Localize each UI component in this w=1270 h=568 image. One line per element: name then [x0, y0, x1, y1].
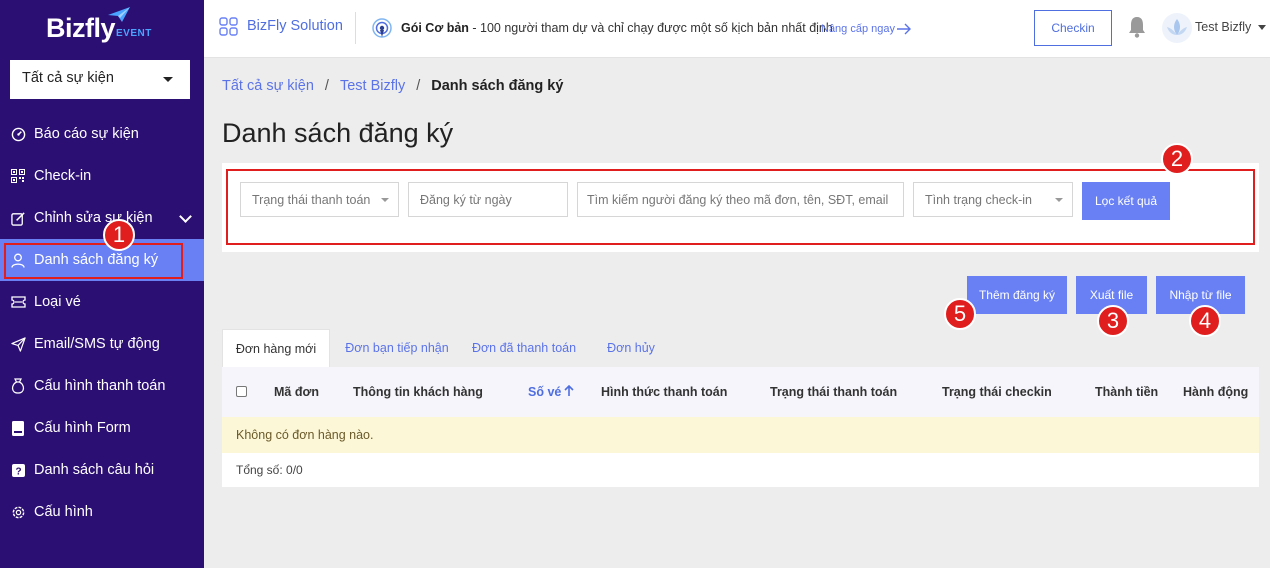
chevron-down-icon[interactable]	[179, 210, 192, 223]
bizfly-event-logo[interactable]: Bizfly EVENT	[46, 7, 152, 44]
sidebar-item-cau-hinh[interactable]: Cấu hình	[0, 491, 204, 533]
apps-grid-icon[interactable]	[219, 17, 238, 36]
sidebar-nav: Báo cáo sự kiện Check-in Chỉnh sửa sự ki…	[0, 113, 204, 533]
annotation-marker-3: 3	[1097, 305, 1129, 337]
qrcode-icon	[10, 168, 26, 184]
logo-text: Bizfly	[46, 13, 116, 43]
sidebar-item-email-sms[interactable]: Email/SMS tự động	[0, 323, 204, 365]
empty-state-row: Không có đơn hàng nào.	[222, 417, 1259, 453]
total-count: Tổng số: 0/0	[222, 453, 1259, 487]
gear-icon	[10, 504, 26, 520]
tab-paid-orders[interactable]: Đơn đã thanh toán	[468, 329, 580, 367]
checkin-button[interactable]: Checkin	[1034, 10, 1112, 46]
paper-plane-icon	[108, 7, 130, 22]
send-icon	[10, 336, 26, 352]
breadcrumb: Tất cả sự kiện / Test Bizfly / Danh sách đăn…	[222, 78, 563, 94]
logo-sub-text: EVENT	[116, 28, 152, 39]
brand-name[interactable]: BizFly Solution	[247, 18, 343, 34]
annotation-box-sidebar-item	[4, 243, 183, 279]
plan-description: - 100 người tham dự và chỉ chạy được một…	[468, 21, 833, 35]
sidebar-item-label: Danh sách câu hỏi	[34, 462, 155, 478]
sidebar-item-label: Check-in	[34, 168, 92, 184]
edit-icon	[10, 210, 26, 226]
caret-down-icon[interactable]	[1258, 25, 1266, 30]
caret-down-icon	[163, 77, 173, 82]
breadcrumb-all-events[interactable]: Tất cả sự kiện	[222, 78, 314, 94]
breadcrumb-separator: /	[416, 78, 421, 94]
arrow-up-icon	[564, 384, 574, 396]
orders-table: Mã đơn Thông tin khách hàng Số vé Hình t…	[222, 367, 1259, 487]
annotation-box-filters	[226, 169, 1255, 245]
tab-new-orders[interactable]: Đơn hàng mới	[222, 329, 330, 367]
table-header: Mã đơn Thông tin khách hàng Số vé Hình t…	[222, 367, 1259, 417]
sidebar-item-label: Cấu hình	[34, 504, 93, 520]
ticket-icon	[10, 294, 26, 310]
sidebar-item-label: Loại vé	[34, 294, 81, 310]
annotation-marker-5: 5	[944, 298, 976, 330]
question-icon: ?	[10, 462, 26, 478]
arrow-right-icon[interactable]	[896, 22, 912, 36]
sidebar-item-label: Email/SMS tự động	[34, 336, 160, 352]
user-name[interactable]: Test Bizfly	[1195, 20, 1251, 34]
breadcrumb-event[interactable]: Test Bizfly	[340, 78, 405, 94]
avatar[interactable]	[1162, 13, 1192, 43]
event-select[interactable]: Tất cả sự kiện	[10, 60, 190, 99]
column-header: Mã đơn	[274, 385, 319, 399]
column-header: Hình thức thanh toán	[601, 385, 728, 399]
select-all-checkbox[interactable]	[236, 386, 247, 397]
sidebar: Bizfly EVENT Tất cả sự kiện Báo cáo sự k…	[0, 0, 204, 568]
sidebar-item-label: Cấu hình Form	[34, 420, 131, 436]
top-bar: BizFly Solution Gói Cơ bản - 100 người t…	[204, 0, 1270, 58]
filter-panel: Trạng thái thanh toán Đăng ký từ ngày Tì…	[222, 163, 1259, 252]
column-header: Thành tiền	[1095, 385, 1159, 399]
column-header: Trạng thái thanh toán	[770, 385, 898, 399]
tab-cancelled-orders[interactable]: Đơn hủy	[600, 329, 662, 367]
sidebar-item-cau-hinh-thanh-toan[interactable]: Cấu hình thanh toán	[0, 365, 204, 407]
plan-name: Gói Cơ bản	[401, 21, 469, 35]
annotation-marker-4: 4	[1189, 305, 1221, 337]
tab-accepted-orders[interactable]: Đơn bạn tiếp nhận	[334, 329, 460, 367]
bell-icon[interactable]	[1127, 16, 1147, 38]
form-icon	[10, 420, 26, 436]
annotation-marker-2: 2	[1161, 143, 1193, 175]
breadcrumb-current: Danh sách đăng ký	[431, 78, 564, 94]
sidebar-item-cau-hinh-form[interactable]: Cấu hình Form	[0, 407, 204, 449]
broadcast-icon	[372, 18, 392, 38]
sidebar-item-bao-cao[interactable]: Báo cáo sự kiện	[0, 113, 204, 155]
page-title: Danh sách đăng ký	[222, 118, 454, 148]
annotation-marker-1: 1	[103, 219, 135, 251]
sidebar-item-label: Cấu hình thanh toán	[34, 378, 166, 394]
sidebar-item-label: Báo cáo sự kiện	[34, 126, 139, 142]
column-header: Thông tin khách hàng	[353, 385, 483, 399]
sidebar-item-check-in[interactable]: Check-in	[0, 155, 204, 197]
column-header-label: Số vé	[528, 385, 562, 399]
lotus-icon	[1167, 19, 1187, 35]
sidebar-item-danh-sach-cau-hoi[interactable]: ? Danh sách câu hỏi	[0, 449, 204, 491]
column-header: Hành động	[1183, 385, 1249, 399]
column-header: Trạng thái checkin	[942, 385, 1052, 399]
sidebar-item-loai-ve[interactable]: Loại vé	[0, 281, 204, 323]
svg-text:?: ?	[15, 466, 21, 477]
money-bag-icon	[10, 378, 26, 394]
add-registration-button[interactable]: Thêm đăng ký	[967, 276, 1067, 314]
plan-info: Gói Cơ bản - 100 người tham dự và chỉ ch…	[401, 21, 833, 35]
divider	[355, 12, 356, 44]
gauge-icon	[10, 126, 26, 142]
breadcrumb-separator: /	[324, 78, 329, 94]
column-header-sortable[interactable]: Số vé	[528, 384, 574, 399]
upgrade-link[interactable]: Nâng cấp ngay	[821, 23, 895, 35]
event-select-value: Tất cả sự kiện	[22, 70, 114, 86]
sidebar-item-chinh-sua[interactable]: Chỉnh sửa sự kiện	[0, 197, 204, 239]
sidebar-item-label: Chỉnh sửa sự kiện	[34, 210, 153, 226]
